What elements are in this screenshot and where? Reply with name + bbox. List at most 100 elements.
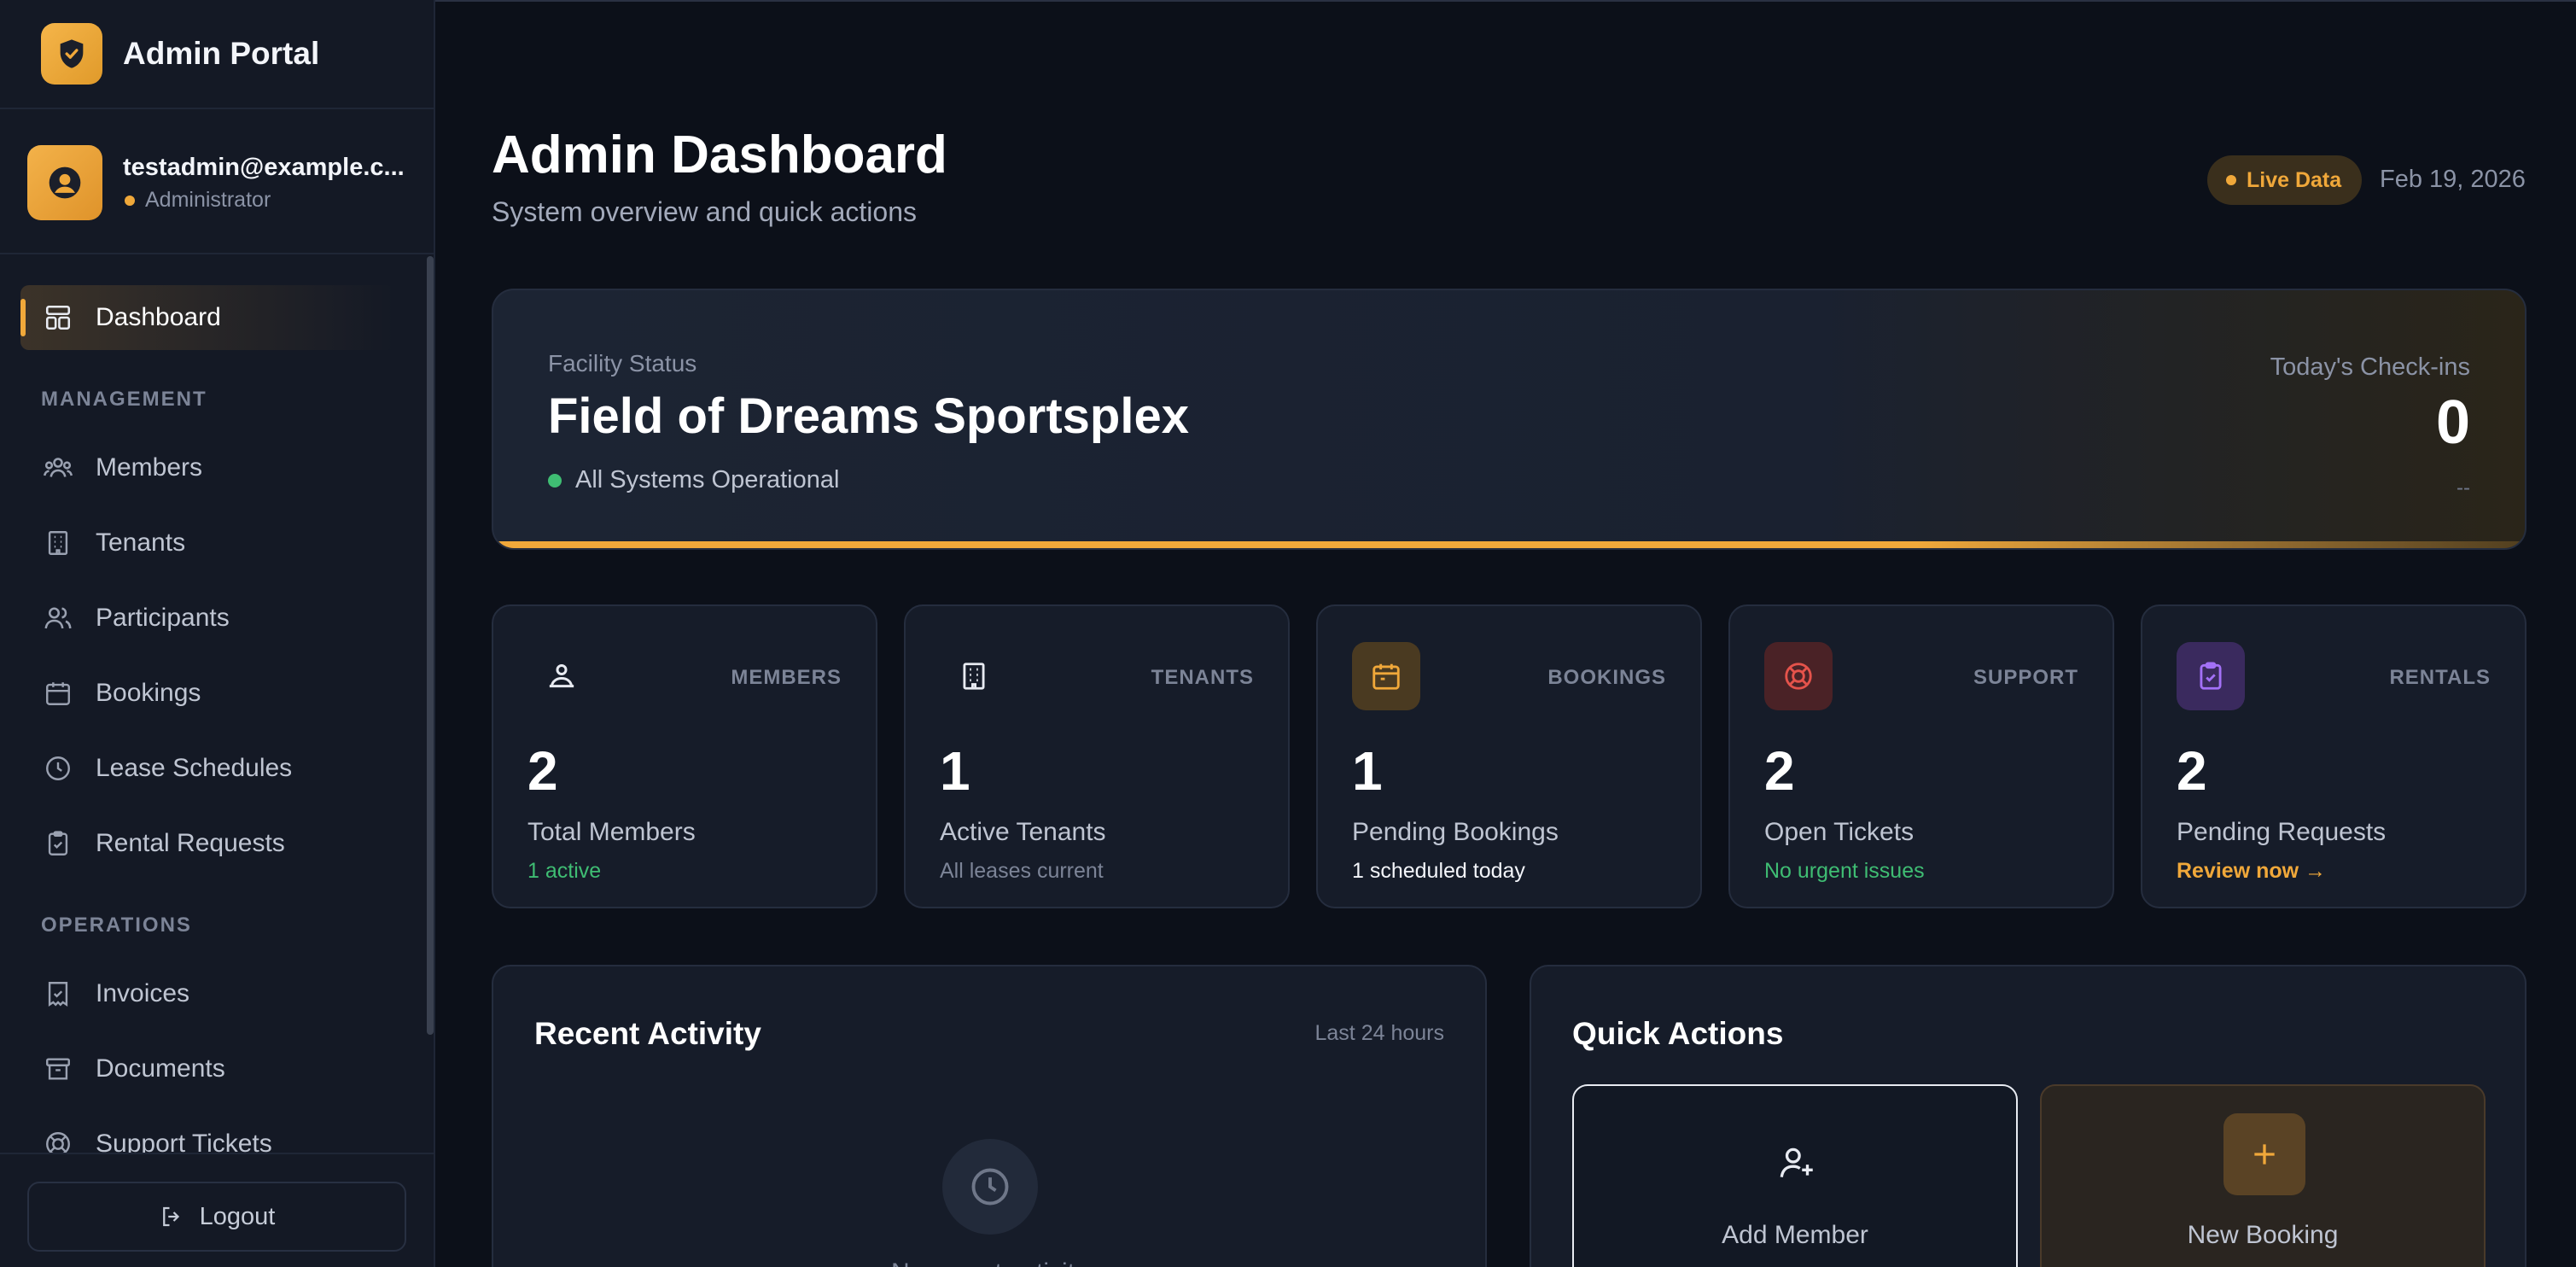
add-member-button[interactable]: Add Member bbox=[1572, 1084, 2018, 1267]
current-date: Feb 19, 2026 bbox=[2380, 166, 2526, 193]
stat-subtext: All leases current bbox=[940, 859, 1104, 883]
recent-activity-timeframe: Last 24 hours bbox=[1314, 1021, 1445, 1045]
stat-label: Pending Bookings bbox=[1352, 818, 1559, 846]
sidebar-item-dashboard[interactable]: Dashboard bbox=[20, 285, 396, 350]
stat-subtext: 1 scheduled today bbox=[1352, 859, 1525, 883]
user-profile: testadmin@example.c... Administrator bbox=[0, 111, 434, 254]
stat-card-support[interactable]: SUPPORT 2 Open Tickets No urgent issues bbox=[1728, 604, 2114, 908]
stat-value: 1 bbox=[940, 740, 970, 802]
sidebar-item-label: Members bbox=[96, 453, 203, 482]
stat-subtext: 1 active bbox=[527, 859, 602, 883]
stat-label: Open Tickets bbox=[1764, 818, 1915, 846]
stat-card-tenants[interactable]: TENANTS 1 Active Tenants All leases curr… bbox=[904, 604, 1290, 908]
stat-value: 2 bbox=[1764, 740, 1795, 802]
stat-label: Active Tenants bbox=[940, 818, 1106, 846]
users-icon bbox=[41, 451, 75, 485]
facility-name: Field of Dreams Sportsplex bbox=[548, 388, 1189, 444]
sidebar-item-label: Documents bbox=[96, 1054, 225, 1083]
sidebar-nav: Dashboard MANAGEMENT Members Tenants Par… bbox=[0, 256, 434, 1158]
sidebar-item-lease-schedules[interactable]: Lease Schedules bbox=[20, 736, 396, 801]
stat-value: 2 bbox=[2177, 740, 2207, 802]
sidebar-item-label: Rental Requests bbox=[96, 829, 285, 857]
facility-accent-bar bbox=[493, 541, 2525, 548]
user-plus-icon bbox=[1763, 1129, 1831, 1197]
sidebar-item-tenants[interactable]: Tenants bbox=[20, 511, 396, 575]
dashboard-icon bbox=[41, 301, 75, 335]
live-data-badge: Live Data bbox=[2207, 155, 2363, 205]
user-role-label: Administrator bbox=[145, 188, 271, 212]
sidebar-item-participants[interactable]: Participants bbox=[20, 586, 396, 651]
top-divider bbox=[435, 0, 2576, 2]
facility-status-card: Facility Status Field of Dreams Sportspl… bbox=[492, 289, 2526, 550]
nav-section-operations: OPERATIONS bbox=[41, 914, 192, 937]
building-icon bbox=[41, 526, 75, 560]
facility-status-text: All Systems Operational bbox=[575, 466, 840, 493]
new-booking-label: New Booking bbox=[2187, 1221, 2339, 1249]
stat-card-rentals[interactable]: RENTALS 2 Pending Requests Review now → bbox=[2141, 604, 2526, 908]
recent-activity-panel: Recent Activity Last 24 hours No recent … bbox=[492, 965, 1487, 1267]
main-content: Admin Dashboard System overview and quic… bbox=[435, 0, 2576, 1267]
sidebar-item-label: Dashboard bbox=[96, 303, 221, 331]
status-dot bbox=[548, 473, 562, 488]
stat-value: 1 bbox=[1352, 740, 1383, 802]
stat-subtext: No urgent issues bbox=[1764, 859, 1925, 883]
sidebar-item-invoices[interactable]: Invoices bbox=[20, 961, 396, 1026]
checkins-sub: -- bbox=[2457, 476, 2470, 499]
stat-caption: TENANTS bbox=[1151, 666, 1254, 689]
stat-card-members[interactable]: MEMBERS 2 Total Members 1 active bbox=[492, 604, 877, 908]
sidebar-item-rental-requests[interactable]: Rental Requests bbox=[20, 811, 396, 876]
live-badge-label: Live Data bbox=[2247, 167, 2342, 192]
sidebar-item-members[interactable]: Members bbox=[20, 435, 396, 500]
live-dot bbox=[2226, 175, 2236, 185]
sidebar-item-label: Lease Schedules bbox=[96, 754, 293, 782]
facility-label: Facility Status bbox=[548, 350, 697, 377]
page-title: Admin Dashboard bbox=[492, 126, 947, 184]
review-now-link[interactable]: Review now → bbox=[2177, 859, 2326, 884]
stat-label: Total Members bbox=[527, 818, 696, 846]
stat-label: Pending Requests bbox=[2177, 818, 2387, 846]
avatar-icon bbox=[27, 145, 102, 220]
add-member-label: Add Member bbox=[1722, 1221, 1868, 1249]
lifebuoy-icon bbox=[1764, 642, 1833, 710]
user-role: Administrator bbox=[123, 188, 271, 213]
quick-actions-title: Quick Actions bbox=[1572, 1016, 1784, 1051]
sidebar-item-bookings[interactable]: Bookings bbox=[20, 661, 396, 726]
stat-card-bookings[interactable]: BOOKINGS 1 Pending Bookings 1 scheduled … bbox=[1316, 604, 1702, 908]
stat-caption: RENTALS bbox=[2389, 666, 2491, 689]
participants-icon bbox=[41, 601, 75, 635]
sidebar-scrollbar[interactable] bbox=[427, 256, 434, 1035]
clipboard-check-icon bbox=[2177, 642, 2245, 710]
sidebar-item-label: Invoices bbox=[96, 979, 190, 1007]
clock-icon bbox=[942, 1139, 1038, 1235]
shield-logo-icon[interactable] bbox=[41, 23, 102, 85]
recent-activity-title: Recent Activity bbox=[534, 1016, 761, 1051]
members-icon bbox=[527, 642, 596, 710]
logout-label: Logout bbox=[199, 1202, 276, 1230]
brand-title: Admin Portal bbox=[123, 36, 320, 71]
clock-icon bbox=[41, 751, 75, 785]
sidebar-item-documents[interactable]: Documents bbox=[20, 1036, 396, 1101]
facility-status: All Systems Operational bbox=[548, 466, 839, 494]
checkins-label: Today's Check-ins bbox=[2270, 353, 2470, 381]
logout-button[interactable]: Logout bbox=[27, 1182, 406, 1252]
stat-value: 2 bbox=[527, 740, 558, 802]
empty-activity-text: No recent activity bbox=[493, 1258, 1485, 1267]
logout-icon bbox=[159, 1204, 184, 1229]
plus-icon bbox=[2223, 1113, 2305, 1195]
receipt-icon bbox=[41, 977, 75, 1011]
stat-caption: MEMBERS bbox=[731, 666, 842, 689]
building-icon bbox=[940, 642, 1008, 710]
checkins-value: 0 bbox=[2435, 388, 2470, 457]
new-booking-button[interactable]: New Booking bbox=[2040, 1084, 2486, 1267]
sidebar-item-label: Tenants bbox=[96, 528, 186, 557]
nav-section-management: MANAGEMENT bbox=[41, 388, 207, 411]
quick-actions-panel: Quick Actions Add Member New Booking bbox=[1530, 965, 2526, 1267]
page-subtitle: System overview and quick actions bbox=[492, 196, 917, 227]
stat-caption: BOOKINGS bbox=[1547, 666, 1666, 689]
archive-icon bbox=[41, 1052, 75, 1086]
calendar-icon bbox=[41, 676, 75, 710]
sidebar: Admin Portal testadmin@example.c... Admi… bbox=[0, 0, 435, 1267]
sidebar-item-label: Bookings bbox=[96, 679, 201, 707]
role-status-dot bbox=[125, 195, 135, 206]
sidebar-item-label: Participants bbox=[96, 604, 230, 632]
